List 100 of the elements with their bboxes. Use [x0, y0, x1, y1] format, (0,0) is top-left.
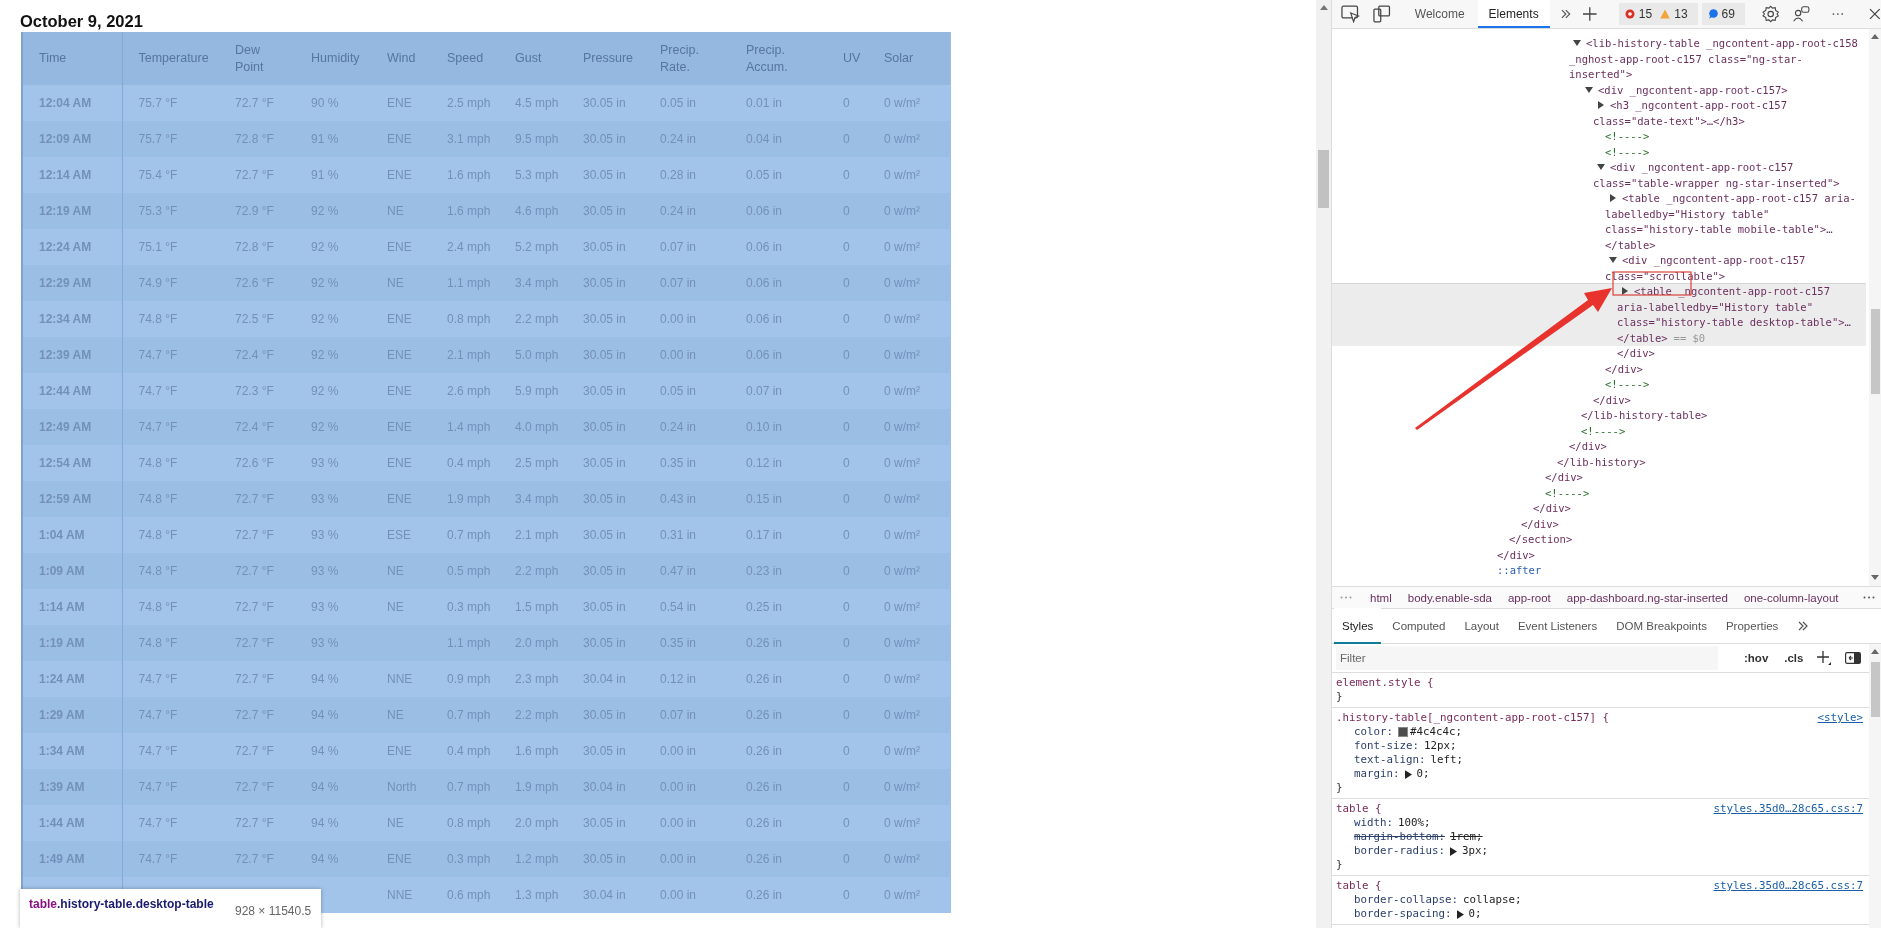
- css-property[interactable]: font-size:: [1354, 739, 1419, 753]
- expand-arrow-icon[interactable]: [1621, 287, 1629, 295]
- styles-tab[interactable]: Properties: [1717, 608, 1787, 644]
- column-header: Temperature: [138, 50, 209, 67]
- expand-arrow-icon[interactable]: [1597, 101, 1605, 109]
- error-warning-counter[interactable]: 15 13: [1618, 3, 1698, 25]
- scrollbar-thumb[interactable]: [1318, 150, 1329, 208]
- filter-field[interactable]: Filter: [1336, 646, 1718, 670]
- dom-scrollbar[interactable]: [1869, 29, 1881, 586]
- close-icon[interactable]: [1869, 8, 1881, 20]
- dom-node[interactable]: <!---->: [1332, 144, 1866, 160]
- styles-tab[interactable]: Layout: [1456, 608, 1507, 644]
- element-selector-label: table.history-table.desktop-table: [29, 897, 215, 911]
- inspect-icon[interactable]: [1341, 5, 1361, 23]
- dom-node[interactable]: <lib-history-table _ngcontent-app-root-c158 _nghost-app-root-c157 class="ng-star-inserted">: [1332, 36, 1866, 83]
- add-rule-icon[interactable]: [1817, 651, 1832, 665]
- scrollbar-thumb[interactable]: [1870, 662, 1880, 717]
- dom-node[interactable]: </div>: [1332, 547, 1866, 563]
- css-property[interactable]: width:: [1354, 816, 1393, 830]
- dom-node[interactable]: </section>: [1332, 532, 1866, 548]
- collapse-arrow-icon[interactable]: [1585, 85, 1593, 94]
- css-property[interactable]: margin:: [1354, 767, 1400, 781]
- scroll-up-icon[interactable]: [1319, 5, 1328, 10]
- css-property[interactable]: text-align:: [1354, 753, 1426, 767]
- error-icon: [1624, 9, 1635, 19]
- dom-node[interactable]: <!---->: [1332, 485, 1866, 501]
- dom-node[interactable]: <div _ngcontent-app-root-c157 class="table-wrapper ng-star-inserted">: [1332, 160, 1866, 191]
- breadcrumb-item[interactable]: app-dashboard.ng-star-inserted: [1558, 591, 1736, 604]
- dom-node[interactable]: <h3 _ngcontent-app-root-c157 class="date-text">…</h3>: [1332, 98, 1866, 129]
- css-value[interactable]: 12px;: [1424, 739, 1457, 753]
- settings-icon[interactable]: [1760, 5, 1781, 23]
- devtools-tab[interactable]: Elements: [1477, 0, 1550, 28]
- styles-scrollbar[interactable]: [1869, 644, 1881, 928]
- css-value[interactable]: 3px;: [1462, 844, 1489, 858]
- collapse-arrow-icon[interactable]: [1609, 256, 1617, 264]
- page-scrollbar[interactable]: [1316, 0, 1331, 928]
- css-value[interactable]: 0;: [1416, 767, 1430, 781]
- stylesheet-link[interactable]: styles.35d0…28c65.css:7: [1713, 879, 1863, 893]
- styles-tab[interactable]: Event Listeners: [1509, 608, 1606, 644]
- color-swatch[interactable]: [1398, 727, 1408, 737]
- dom-node[interactable]: <!---->: [1332, 423, 1866, 439]
- stylesheet-link[interactable]: styles.35d0…28c65.css:7: [1713, 802, 1863, 816]
- dom-node[interactable]: </div>: [1332, 501, 1866, 517]
- dom-node[interactable]: <div _ngcontent-app-root-c157>: [1332, 82, 1866, 98]
- css-value[interactable]: left;: [1430, 753, 1464, 767]
- dom-node[interactable]: </div>: [1332, 516, 1866, 532]
- more-tabs-icon[interactable]: [1559, 8, 1572, 20]
- styles-tab[interactable]: Styles: [1334, 608, 1382, 644]
- scroll-up-icon[interactable]: [1871, 34, 1879, 39]
- expand-arrow-icon[interactable]: [1609, 194, 1617, 202]
- css-value[interactable]: #4c4c4c;: [1410, 725, 1463, 739]
- closing-brace: }: [1336, 690, 1343, 703]
- dom-node[interactable]: </div>: [1332, 470, 1866, 486]
- css-property[interactable]: border-radius:: [1354, 844, 1445, 858]
- collapse-arrow-icon[interactable]: [1573, 39, 1581, 47]
- add-icon[interactable]: [1583, 7, 1597, 21]
- dom-node[interactable]: </lib-history>: [1332, 454, 1866, 470]
- people-icon[interactable]: [1792, 5, 1812, 23]
- css-value[interactable]: 0;: [1468, 907, 1482, 921]
- css-value[interactable]: 1rem;: [1450, 830, 1483, 844]
- expand-arrow-icon[interactable]: [1456, 909, 1464, 919]
- css-selector: table {: [1336, 879, 1382, 893]
- dom-node[interactable]: </div>: [1332, 392, 1866, 408]
- stylesheet-link[interactable]: <style>: [1817, 711, 1863, 725]
- css-value[interactable]: 100%;: [1398, 816, 1431, 830]
- dom-node[interactable]: <!---->: [1332, 377, 1866, 393]
- more-tabs-icon[interactable]: [1797, 620, 1810, 632]
- filter-toggle[interactable]: :hov: [1738, 652, 1775, 664]
- dom-node[interactable]: </div>: [1332, 346, 1866, 362]
- dom-node[interactable]: <table _ngcontent-app-root-c157 aria-labelledby="History table" class="history-table mobile-table">…</table>: [1332, 191, 1866, 253]
- css-property[interactable]: border-spacing:: [1354, 907, 1452, 921]
- scrollbar-thumb[interactable]: [1870, 309, 1880, 394]
- filter-toggle[interactable]: .cls: [1778, 652, 1810, 664]
- dom-node[interactable]: ::after: [1332, 563, 1866, 579]
- css-value[interactable]: collapse;: [1463, 893, 1522, 907]
- error-count: 15: [1638, 7, 1653, 21]
- dom-node[interactable]: </div>: [1332, 361, 1866, 377]
- scroll-down-icon[interactable]: [1871, 575, 1879, 580]
- dom-node[interactable]: </div>: [1332, 439, 1866, 455]
- scroll-up-icon[interactable]: [1871, 649, 1879, 654]
- sidebar-toggle-icon[interactable]: [1845, 652, 1862, 664]
- styles-tab[interactable]: DOM Breakpoints: [1608, 608, 1715, 644]
- more-icon[interactable]: [1863, 596, 1875, 599]
- styles-tab[interactable]: Computed: [1384, 608, 1454, 644]
- expand-arrow-icon[interactable]: [1450, 846, 1457, 856]
- css-property[interactable]: color:: [1354, 725, 1393, 739]
- devtools-tab[interactable]: Welcome: [1403, 0, 1476, 28]
- breadcrumb-item[interactable]: body.enable-sda: [1399, 591, 1500, 604]
- breadcrumb-item[interactable]: one-column-layout: [1735, 591, 1847, 604]
- collapse-arrow-icon[interactable]: [1597, 163, 1605, 171]
- column-header: Wind: [387, 50, 416, 67]
- device-icon[interactable]: [1372, 5, 1392, 23]
- breadcrumb-item[interactable]: html: [1362, 591, 1400, 604]
- expand-arrow-icon[interactable]: [1404, 769, 1412, 779]
- dom-node[interactable]: <!---->: [1332, 129, 1866, 145]
- issues-counter[interactable]: 69: [1701, 3, 1745, 25]
- css-property[interactable]: border-collapse:: [1354, 893, 1458, 907]
- css-property[interactable]: margin-bottom:: [1354, 830, 1445, 844]
- dom-node[interactable]: </lib-history-table>: [1332, 408, 1866, 424]
- breadcrumb-item[interactable]: app-root: [1499, 591, 1559, 604]
